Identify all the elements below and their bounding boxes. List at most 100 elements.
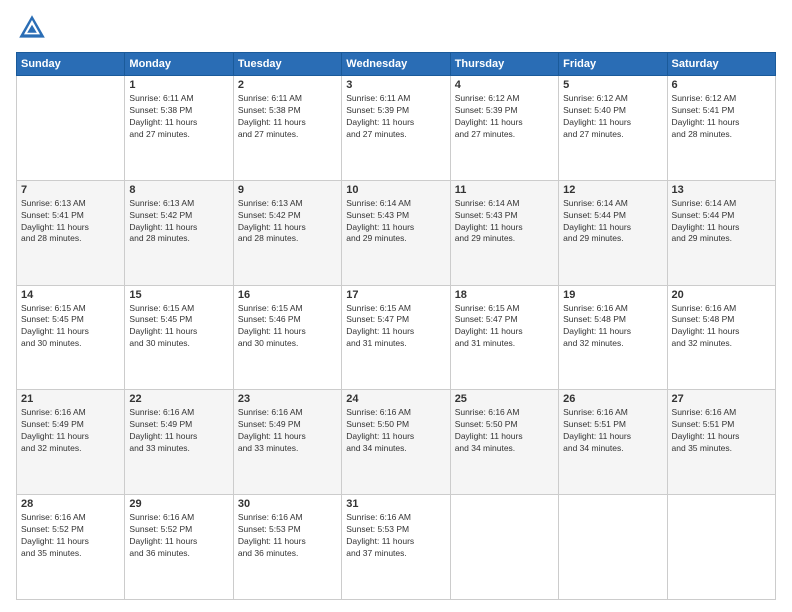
- calendar-cell: 14 Sunrise: 6:15 AM Sunset: 5:45 PM Dayli…: [17, 285, 125, 390]
- day-number: 30: [238, 498, 337, 510]
- calendar-cell: 4 Sunrise: 6:12 AM Sunset: 5:39 PM Daylig…: [450, 76, 558, 181]
- calendar-cell: 6Sunrise: 6:12 AM Sunset: 5:41 PM Daylig…: [667, 76, 775, 181]
- day-info: Sunrise: 6:16 AM Sunset: 5:49 PM Dayligh…: [129, 407, 228, 455]
- calendar-cell: [559, 495, 667, 600]
- day-header-thursday: Thursday: [450, 53, 558, 76]
- day-number: 14: [21, 289, 120, 301]
- calendar-cell: 15Sunrise: 6:15 AM Sunset: 5:45 PM Dayli…: [125, 285, 233, 390]
- header: [16, 12, 776, 44]
- day-number: 23: [238, 393, 337, 405]
- day-number: 6: [672, 79, 771, 91]
- calendar-cell: 24 Sunrise: 6:16 AM Sunset: 5:50 PM Dayli…: [342, 390, 450, 495]
- day-header-sunday: Sunday: [17, 53, 125, 76]
- calendar-cell: 1 Sunrise: 6:11 AM Sunset: 5:38 PM Daylig…: [125, 76, 233, 181]
- calendar-week-4: 28 Sunrise: 6:16 AM Sunset: 5:52 PM Dayli…: [17, 495, 776, 600]
- calendar-cell: 29 Sunrise: 6:16 AM Sunset: 5:52 PM Dayli…: [125, 495, 233, 600]
- day-info: Sunrise: 6:16 AM Sunset: 5:50 PM Dayligh…: [346, 407, 445, 455]
- calendar-week-2: 14 Sunrise: 6:15 AM Sunset: 5:45 PM Dayli…: [17, 285, 776, 390]
- calendar-cell: 8 Sunrise: 6:13 AM Sunset: 5:42 PM Daylig…: [125, 180, 233, 285]
- day-header-tuesday: Tuesday: [233, 53, 341, 76]
- day-number: 24: [346, 393, 445, 405]
- calendar-cell: [667, 495, 775, 600]
- calendar-cell: 25Sunrise: 6:16 AM Sunset: 5:50 PM Dayli…: [450, 390, 558, 495]
- day-number: 25: [455, 393, 554, 405]
- calendar-cell: 21Sunrise: 6:16 AM Sunset: 5:49 PM Dayli…: [17, 390, 125, 495]
- day-number: 13: [672, 184, 771, 196]
- calendar-cell: 17 Sunrise: 6:15 AM Sunset: 5:47 PM Dayli…: [342, 285, 450, 390]
- day-number: 8: [129, 184, 228, 196]
- calendar-header-row: SundayMondayTuesdayWednesdayThursdayFrid…: [17, 53, 776, 76]
- page: SundayMondayTuesdayWednesdayThursdayFrid…: [0, 0, 792, 612]
- calendar-cell: 19Sunrise: 6:16 AM Sunset: 5:48 PM Dayli…: [559, 285, 667, 390]
- calendar-cell: 22Sunrise: 6:16 AM Sunset: 5:49 PM Dayli…: [125, 390, 233, 495]
- day-number: 1: [129, 79, 228, 91]
- day-number: 17: [346, 289, 445, 301]
- calendar-cell: 28Sunrise: 6:16 AM Sunset: 5:52 PM Dayli…: [17, 495, 125, 600]
- day-info: Sunrise: 6:13 AM Sunset: 5:41 PM Dayligh…: [21, 198, 120, 246]
- day-info: Sunrise: 6:11 AM Sunset: 5:39 PM Dayligh…: [346, 93, 445, 141]
- day-number: 28: [21, 498, 120, 510]
- day-number: 15: [129, 289, 228, 301]
- day-info: Sunrise: 6:16 AM Sunset: 5:53 PM Dayligh…: [238, 512, 337, 560]
- calendar-cell: 18 Sunrise: 6:15 AM Sunset: 5:47 PM Dayli…: [450, 285, 558, 390]
- day-info: Sunrise: 6:13 AM Sunset: 5:42 PM Dayligh…: [129, 198, 228, 246]
- day-info: Sunrise: 6:12 AM Sunset: 5:39 PM Dayligh…: [455, 93, 554, 141]
- logo-icon: [16, 12, 48, 44]
- calendar-cell: 11Sunrise: 6:14 AM Sunset: 5:43 PM Dayli…: [450, 180, 558, 285]
- day-number: 26: [563, 393, 662, 405]
- logo: [16, 12, 52, 44]
- calendar-cell: 13 Sunrise: 6:14 AM Sunset: 5:44 PM Dayli…: [667, 180, 775, 285]
- day-info: Sunrise: 6:15 AM Sunset: 5:47 PM Dayligh…: [346, 303, 445, 351]
- day-number: 7: [21, 184, 120, 196]
- calendar-cell: 12 Sunrise: 6:14 AM Sunset: 5:44 PM Dayli…: [559, 180, 667, 285]
- day-info: Sunrise: 6:16 AM Sunset: 5:51 PM Dayligh…: [563, 407, 662, 455]
- calendar-cell: 9 Sunrise: 6:13 AM Sunset: 5:42 PM Daylig…: [233, 180, 341, 285]
- day-info: Sunrise: 6:14 AM Sunset: 5:44 PM Dayligh…: [563, 198, 662, 246]
- calendar-cell: [450, 495, 558, 600]
- day-info: Sunrise: 6:16 AM Sunset: 5:53 PM Dayligh…: [346, 512, 445, 560]
- day-info: Sunrise: 6:16 AM Sunset: 5:48 PM Dayligh…: [563, 303, 662, 351]
- calendar-cell: 3 Sunrise: 6:11 AM Sunset: 5:39 PM Daylig…: [342, 76, 450, 181]
- day-number: 27: [672, 393, 771, 405]
- calendar-cell: 20 Sunrise: 6:16 AM Sunset: 5:48 PM Dayli…: [667, 285, 775, 390]
- day-number: 2: [238, 79, 337, 91]
- calendar-cell: 7 Sunrise: 6:13 AM Sunset: 5:41 PM Daylig…: [17, 180, 125, 285]
- day-info: Sunrise: 6:14 AM Sunset: 5:44 PM Dayligh…: [672, 198, 771, 246]
- day-number: 11: [455, 184, 554, 196]
- calendar-cell: 26 Sunrise: 6:16 AM Sunset: 5:51 PM Dayli…: [559, 390, 667, 495]
- day-header-friday: Friday: [559, 53, 667, 76]
- day-number: 10: [346, 184, 445, 196]
- day-info: Sunrise: 6:16 AM Sunset: 5:48 PM Dayligh…: [672, 303, 771, 351]
- day-info: Sunrise: 6:11 AM Sunset: 5:38 PM Dayligh…: [238, 93, 337, 141]
- day-info: Sunrise: 6:11 AM Sunset: 5:38 PM Dayligh…: [129, 93, 228, 141]
- calendar-cell: 23Sunrise: 6:16 AM Sunset: 5:49 PM Dayli…: [233, 390, 341, 495]
- calendar-table: SundayMondayTuesdayWednesdayThursdayFrid…: [16, 52, 776, 600]
- calendar-cell: 27 Sunrise: 6:16 AM Sunset: 5:51 PM Dayli…: [667, 390, 775, 495]
- day-info: Sunrise: 6:13 AM Sunset: 5:42 PM Dayligh…: [238, 198, 337, 246]
- day-info: Sunrise: 6:16 AM Sunset: 5:51 PM Dayligh…: [672, 407, 771, 455]
- day-info: Sunrise: 6:16 AM Sunset: 5:49 PM Dayligh…: [21, 407, 120, 455]
- day-number: 20: [672, 289, 771, 301]
- day-header-saturday: Saturday: [667, 53, 775, 76]
- day-info: Sunrise: 6:15 AM Sunset: 5:46 PM Dayligh…: [238, 303, 337, 351]
- day-info: Sunrise: 6:15 AM Sunset: 5:47 PM Dayligh…: [455, 303, 554, 351]
- day-info: Sunrise: 6:15 AM Sunset: 5:45 PM Dayligh…: [21, 303, 120, 351]
- calendar-cell: 10Sunrise: 6:14 AM Sunset: 5:43 PM Dayli…: [342, 180, 450, 285]
- day-header-monday: Monday: [125, 53, 233, 76]
- day-number: 3: [346, 79, 445, 91]
- day-header-wednesday: Wednesday: [342, 53, 450, 76]
- calendar-cell: 31 Sunrise: 6:16 AM Sunset: 5:53 PM Dayli…: [342, 495, 450, 600]
- day-number: 12: [563, 184, 662, 196]
- calendar-week-3: 21Sunrise: 6:16 AM Sunset: 5:49 PM Dayli…: [17, 390, 776, 495]
- day-number: 18: [455, 289, 554, 301]
- calendar-week-1: 7 Sunrise: 6:13 AM Sunset: 5:41 PM Daylig…: [17, 180, 776, 285]
- day-number: 5: [563, 79, 662, 91]
- calendar-cell: 16 Sunrise: 6:15 AM Sunset: 5:46 PM Dayli…: [233, 285, 341, 390]
- day-number: 9: [238, 184, 337, 196]
- day-number: 31: [346, 498, 445, 510]
- day-info: Sunrise: 6:16 AM Sunset: 5:52 PM Dayligh…: [129, 512, 228, 560]
- calendar-week-0: 1 Sunrise: 6:11 AM Sunset: 5:38 PM Daylig…: [17, 76, 776, 181]
- day-number: 29: [129, 498, 228, 510]
- day-number: 4: [455, 79, 554, 91]
- day-number: 16: [238, 289, 337, 301]
